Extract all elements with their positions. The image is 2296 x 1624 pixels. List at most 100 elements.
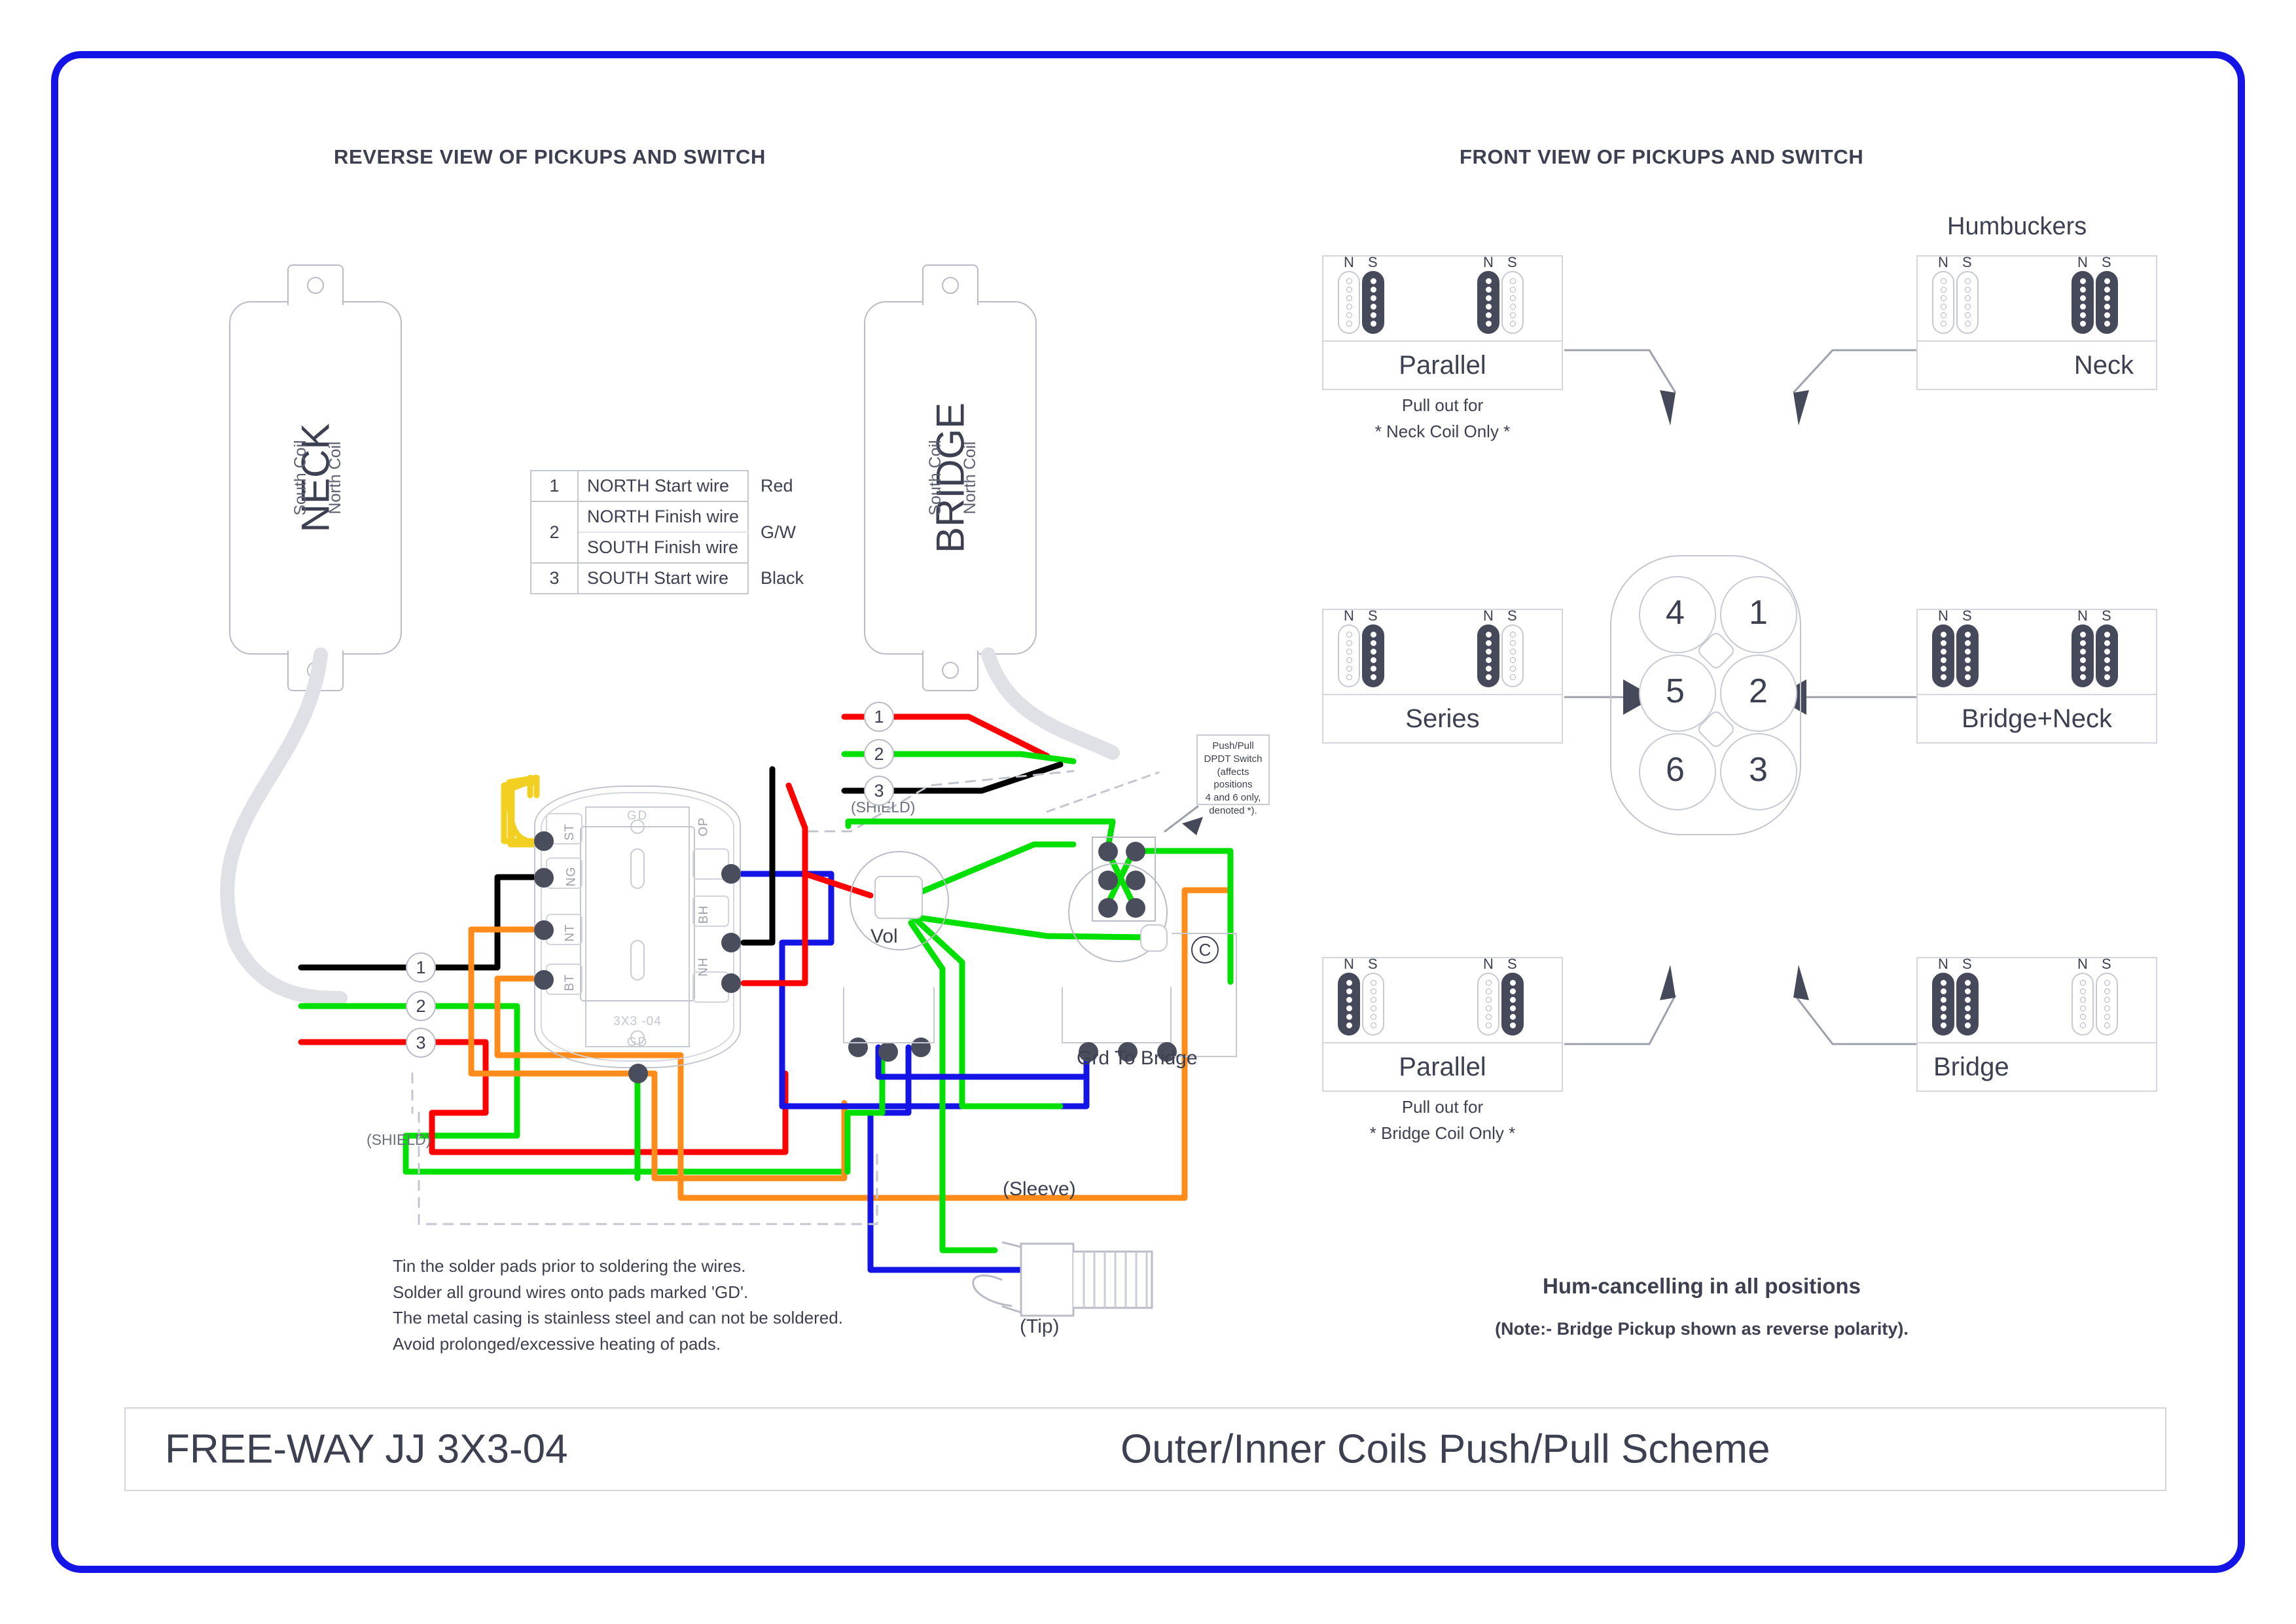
coil-n — [1338, 973, 1360, 1036]
hum-note-line2: (Note:- Bridge Pickup shown as reverse p… — [1495, 1319, 1909, 1339]
module-hole-top — [630, 820, 645, 834]
pushpull-note: Push/Pull DPDT Switch (affects positions… — [1196, 734, 1270, 816]
coil-n — [1338, 271, 1360, 334]
gate-position-2[interactable]: 2 — [1749, 672, 1768, 711]
coil-polarity-s: S — [1507, 956, 1517, 972]
gate-position-3[interactable]: 3 — [1749, 750, 1768, 789]
coil-polarity-s: S — [1962, 956, 1972, 972]
gate-position-4[interactable]: 4 — [1666, 593, 1685, 632]
humbucker-left: N S — [1338, 956, 1384, 1036]
panel-parallel-bridge: N S N S Parallel — [1322, 956, 1563, 1092]
dpdt-lug-3 — [1098, 871, 1118, 890]
coil-polarity-n: N — [1483, 607, 1494, 624]
panel-sub-bridge: Pull out for * Bridge Coil Only * — [1322, 1094, 1563, 1146]
humbucker-right: N S — [2072, 956, 2118, 1036]
coil-polarity-n: N — [1938, 254, 1948, 270]
coil-wrap-s: S — [1501, 254, 1524, 334]
coil-polarity-s: S — [2102, 254, 2111, 270]
gate-position-6[interactable]: 6 — [1666, 750, 1685, 789]
panel-neck: N S N S Neck — [1916, 254, 2157, 390]
coil-polarity-n: N — [1344, 607, 1354, 624]
instruction-line-3: The metal casing is stainless steel and … — [393, 1308, 843, 1328]
model-title: FREE-WAY JJ 3X3-04 — [165, 1426, 568, 1472]
coil-polarity-n: N — [2077, 956, 2088, 972]
coil-n — [1477, 973, 1499, 1036]
dpdt-lug-6 — [1126, 898, 1145, 918]
coil-polarity-n: N — [2077, 607, 2088, 624]
humbucker-right: N S — [1477, 607, 1524, 687]
module-slot-top — [630, 848, 645, 889]
coil-n — [1932, 624, 1954, 687]
pushpull-body-bracket — [1062, 987, 1172, 1043]
diagram-canvas: REVERSE VIEW OF PICKUPS AND SWITCH FRONT… — [0, 0, 2296, 1624]
coil-s — [1956, 624, 1979, 687]
coil-polarity-s: S — [1962, 607, 1972, 624]
wire-badge-bridge-2: 2 — [864, 739, 894, 769]
solder-dot-ng — [534, 868, 554, 888]
panel-coils: N S N S — [1918, 956, 2156, 1042]
panel-coils: N S N S — [1323, 607, 1562, 694]
panel-parallel-neck: N S N S Parallel — [1322, 254, 1563, 390]
instructions-block: Tin the solder pads prior to soldering t… — [393, 1254, 843, 1357]
gate-position-1[interactable]: 1 — [1749, 593, 1768, 632]
humbucker-right: N S — [1477, 254, 1524, 334]
pushpull-note-line2: DPDT Switch — [1204, 753, 1263, 765]
coil-s — [1501, 624, 1524, 687]
coil-s — [1501, 973, 1524, 1036]
coil-polarity-s: S — [1368, 254, 1378, 270]
pad-label-bh: BH — [696, 905, 711, 924]
panel-coils: N S N S — [1323, 956, 1562, 1042]
pad-label-op: OP — [696, 817, 711, 837]
coil-polarity-s: S — [1507, 607, 1517, 624]
coil-s — [1501, 271, 1524, 334]
pushpull-note-line1: Push/Pull — [1212, 740, 1254, 751]
coil-wrap-s: S — [1362, 254, 1384, 334]
gate-position-5[interactable]: 5 — [1666, 672, 1685, 711]
coil-polarity-n: N — [1938, 956, 1948, 972]
panel-series: N S N S Series — [1322, 607, 1563, 744]
coil-s — [1956, 973, 1979, 1036]
pad-label-nt: NT — [563, 924, 577, 942]
pad-label-ng: NG — [564, 866, 579, 887]
wire-badge-bridge-1: 1 — [864, 702, 894, 732]
dpdt-lug-5 — [1098, 898, 1118, 918]
panel-sub-line1: Pull out for — [1401, 1097, 1484, 1117]
coil-polarity-n: N — [1344, 956, 1354, 972]
coil-n — [2072, 624, 2094, 687]
coil-polarity-s: S — [2102, 607, 2111, 624]
coil-polarity-s: S — [1368, 607, 1378, 624]
coil-s — [1362, 271, 1384, 334]
solder-dot-st — [534, 831, 554, 851]
shield-label-neck: (SHIELD) — [367, 1131, 431, 1148]
solder-dot-gd — [628, 1064, 648, 1083]
pad-label-st: ST — [563, 823, 577, 841]
coil-s — [2096, 973, 2118, 1036]
coil-n — [1932, 973, 1954, 1036]
dpdt-lug-4 — [1126, 871, 1145, 890]
pot-body-bracket — [843, 987, 935, 1043]
coil-wrap-n: N — [1477, 254, 1499, 334]
coil-n — [1932, 271, 1954, 334]
pushpull-note-line5: denoted *). — [1209, 804, 1257, 816]
title-bar: FREE-WAY JJ 3X3-04 Outer/Inner Coils Pus… — [124, 1407, 2166, 1491]
coil-polarity-s: S — [2102, 956, 2111, 972]
pad-label-bt: BT — [563, 973, 577, 992]
solder-dot-nt — [534, 920, 554, 940]
wire-badge-bridge-3: 3 — [864, 776, 894, 806]
pot-label: Vol — [870, 926, 898, 947]
panel-label: Parallel — [1323, 340, 1562, 389]
coil-polarity-s: S — [1368, 956, 1378, 972]
coil-polarity-n: N — [1483, 956, 1494, 972]
tip-label: (Tip) — [1020, 1316, 1060, 1337]
coil-s — [2096, 624, 2118, 687]
coil-n — [2072, 271, 2094, 334]
humbucker-left: N S — [1932, 607, 1979, 687]
module-marking: 3X3 -04 — [613, 1015, 662, 1028]
coil-n — [1477, 271, 1499, 334]
panel-coils: N S N S — [1918, 607, 2156, 694]
coil-n — [1477, 624, 1499, 687]
coil-s — [1956, 271, 1979, 334]
grd-to-bridge-label: Grd To Bridge — [1077, 1047, 1198, 1069]
instruction-line-1: Tin the solder pads prior to soldering t… — [393, 1256, 746, 1276]
humbucker-left: N S — [1932, 956, 1979, 1036]
